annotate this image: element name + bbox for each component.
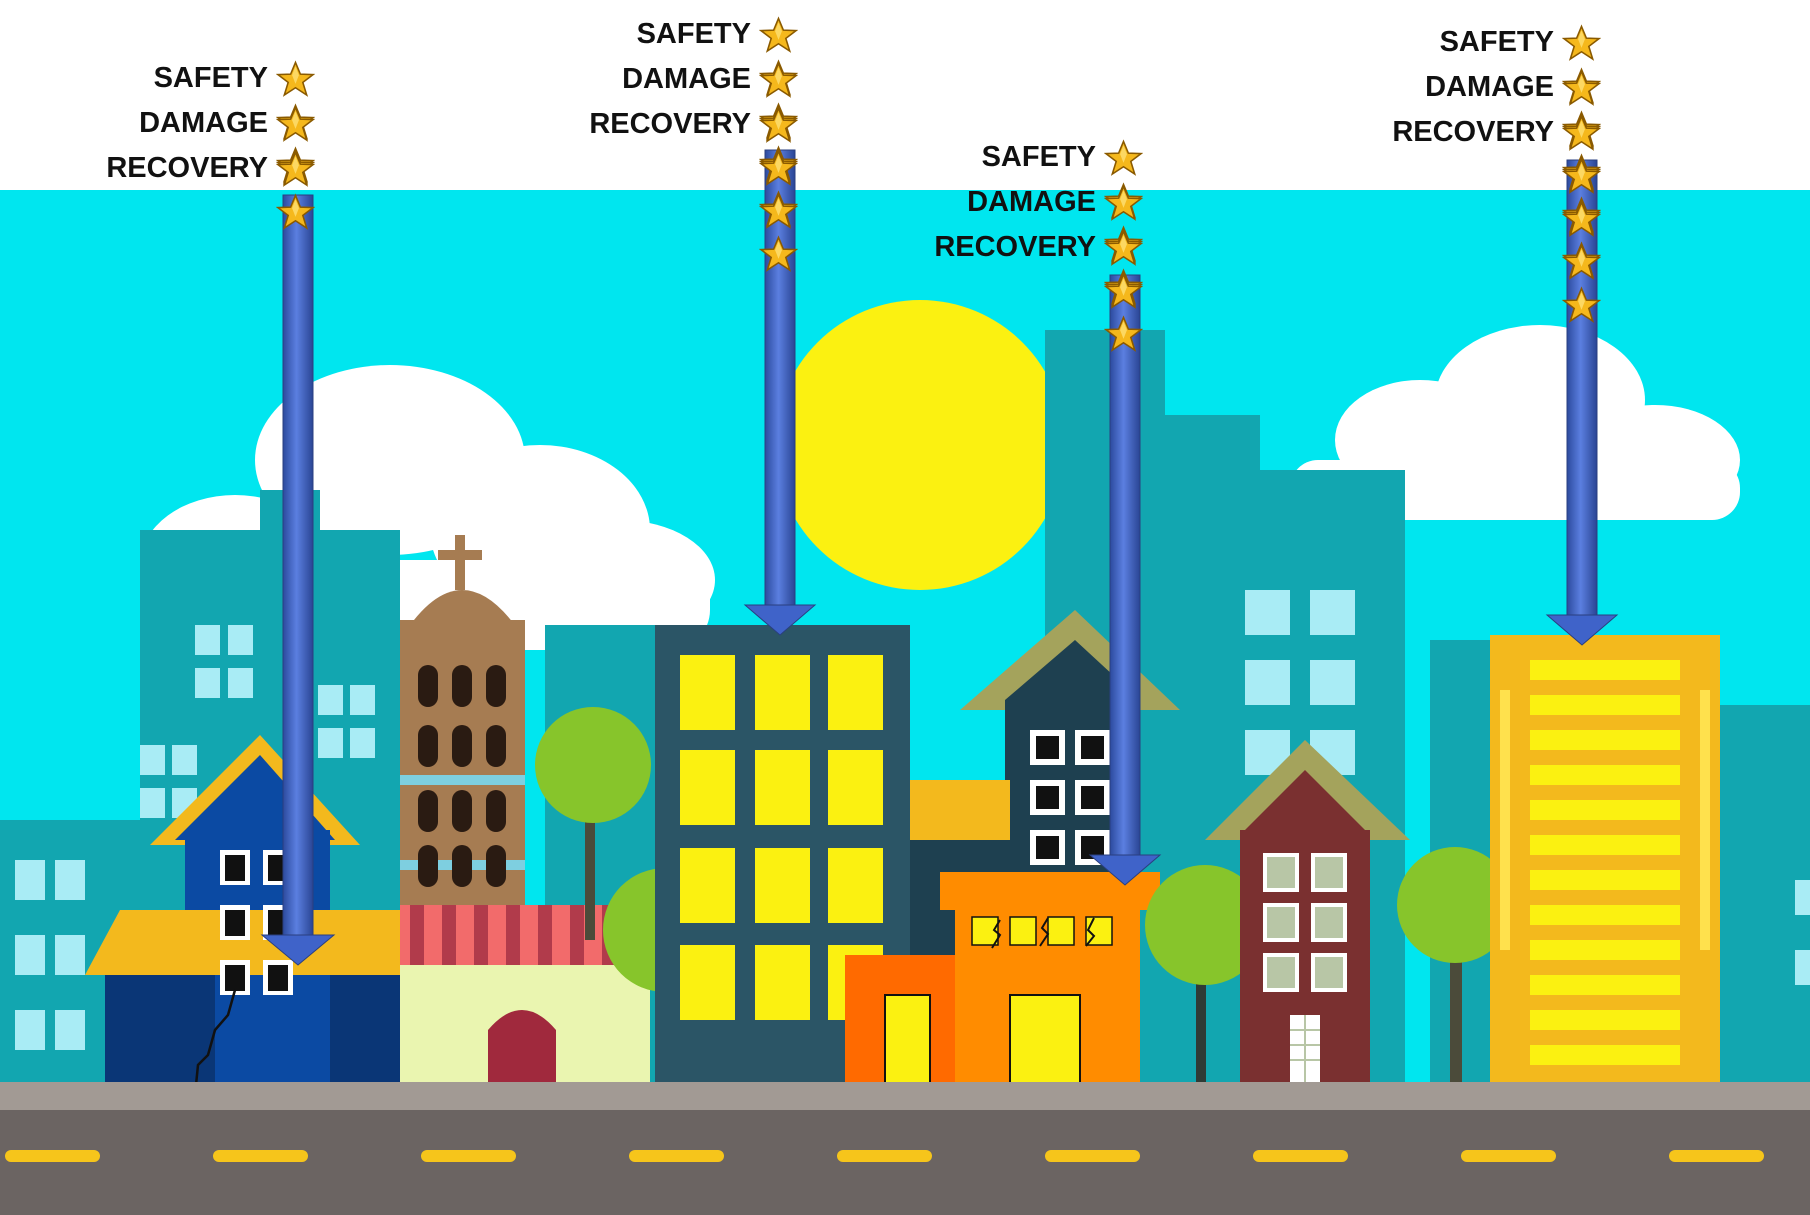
star-icon — [1104, 272, 1143, 310]
damage-label: DAMAGE — [967, 186, 1096, 218]
damage-rating-row: DAMAGE — [456, 180, 1143, 307]
safety-label: SAFETY — [636, 18, 751, 50]
star-icon — [1562, 69, 1601, 107]
damage-stars — [1562, 69, 1602, 278]
damage-stars — [759, 61, 799, 227]
star-icon — [276, 193, 315, 231]
safety-stars — [759, 16, 799, 182]
safety-stars — [1562, 24, 1602, 233]
lane-markings — [5, 1150, 1764, 1162]
star-icon — [759, 16, 798, 54]
star-icon — [1562, 157, 1601, 195]
recovery-stars — [1562, 114, 1602, 323]
recovery-rating-row: RECOVERY — [456, 225, 1143, 352]
lane-mark — [5, 1150, 100, 1162]
recovery-rating-row: RECOVERY — [0, 146, 315, 230]
recovery-rating-row: RECOVERY — [914, 110, 1601, 323]
damage-label: DAMAGE — [1425, 71, 1554, 103]
damage-rating-row: DAMAGE — [914, 65, 1601, 278]
star-icon — [1104, 229, 1143, 267]
lane-mark — [1253, 1150, 1348, 1162]
damage-rating-row: DAMAGE — [111, 57, 798, 227]
recovery-label: RECOVERY — [106, 152, 268, 184]
city-resilience-illustration: SAFETY DAMAGE RECOVERY SAFETY DAMAGE REC… — [0, 0, 1810, 1215]
damage-label: DAMAGE — [622, 63, 751, 95]
safety-rating-row: SAFETY — [914, 20, 1601, 233]
recovery-label: RECOVERY — [934, 231, 1096, 263]
damage-stars — [1104, 184, 1144, 307]
star-icon — [1562, 286, 1601, 324]
yellow-tower — [1490, 635, 1720, 1085]
recovery-label: RECOVERY — [1392, 116, 1554, 148]
star-icon — [1562, 243, 1601, 281]
lane-mark — [421, 1150, 516, 1162]
yellow-annex — [910, 780, 1010, 840]
lane-mark — [837, 1150, 932, 1162]
star-icon — [1562, 200, 1601, 238]
star-icon — [1104, 315, 1143, 353]
lane-mark — [1045, 1150, 1140, 1162]
lane-mark — [213, 1150, 308, 1162]
star-icon — [759, 61, 798, 99]
star-icon — [1562, 114, 1601, 152]
sun — [775, 300, 1065, 590]
lane-mark — [1669, 1150, 1764, 1162]
safety-label: SAFETY — [1439, 26, 1554, 58]
star-icon — [1104, 184, 1143, 222]
safety-rating-row: SAFETY — [111, 12, 798, 182]
star-icon — [1562, 24, 1601, 62]
recovery-stars — [1104, 229, 1144, 352]
lane-mark — [629, 1150, 724, 1162]
star-icon — [276, 150, 315, 188]
recovery-stars — [276, 150, 316, 230]
road — [0, 1082, 1810, 1215]
lane-mark — [1461, 1150, 1556, 1162]
